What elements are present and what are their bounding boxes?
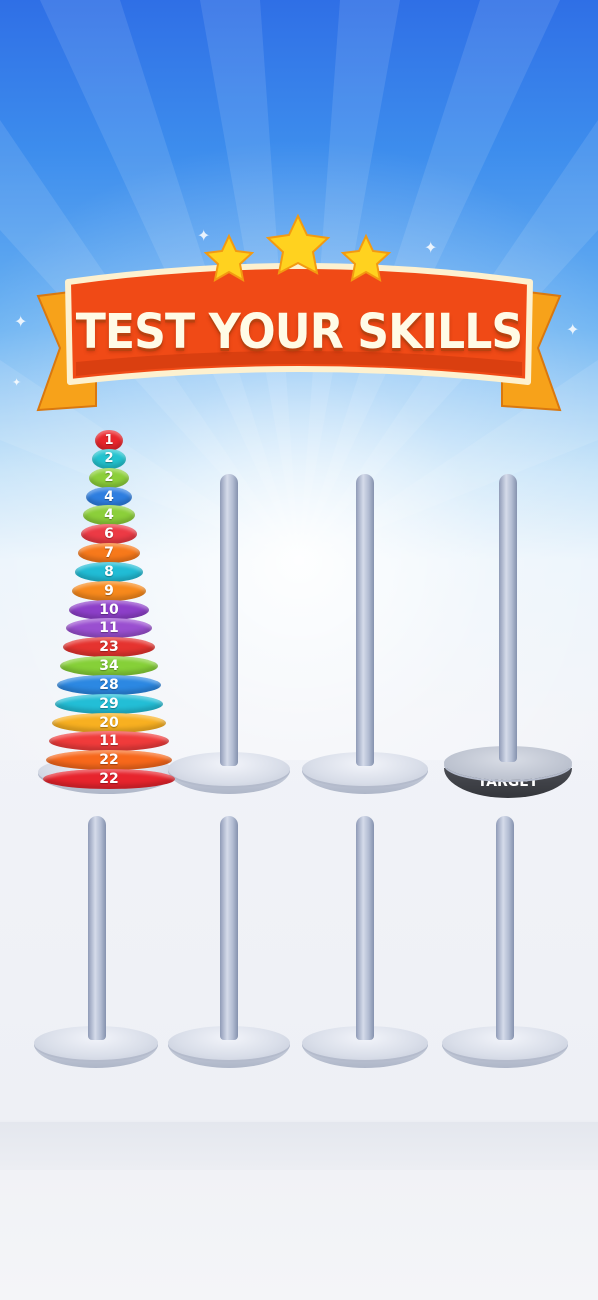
peg-pole bbox=[499, 474, 517, 762]
title-text: TEST YOUR SKILLS bbox=[75, 304, 524, 360]
peg-pole bbox=[220, 474, 238, 766]
ring-15: 29 bbox=[54, 693, 164, 714]
ring-1[interactable]: 1 bbox=[95, 430, 123, 451]
peg-pole bbox=[220, 816, 238, 1040]
ring-16: 20 bbox=[51, 712, 167, 733]
ring-10: 10 bbox=[69, 599, 149, 620]
floor-band bbox=[0, 1122, 598, 1170]
ring-19: 22 bbox=[43, 769, 175, 789]
ring-4: 4 bbox=[86, 486, 132, 507]
peg-pole bbox=[356, 816, 374, 1040]
ring-9: 9 bbox=[71, 580, 147, 601]
ring-7: 7 bbox=[77, 543, 141, 563]
peg-pole bbox=[88, 816, 106, 1040]
peg-pole bbox=[496, 816, 514, 1040]
peg-pole bbox=[356, 474, 374, 766]
ring-2: 2 bbox=[92, 448, 126, 469]
ring-8: 8 bbox=[74, 561, 144, 582]
ring-14: 28 bbox=[57, 674, 161, 695]
ring-3: 2 bbox=[89, 467, 129, 488]
ring-12: 23 bbox=[63, 637, 155, 658]
ring-13: 34 bbox=[60, 656, 158, 676]
